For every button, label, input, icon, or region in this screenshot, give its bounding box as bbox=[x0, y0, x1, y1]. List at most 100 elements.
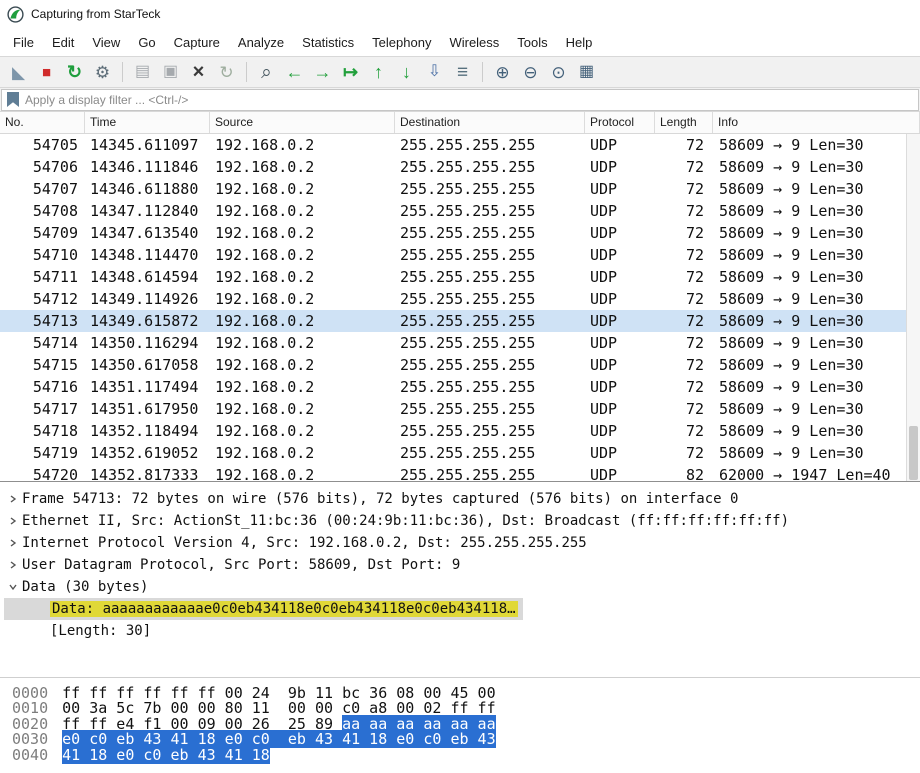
packet-row-54715[interactable]: 54715 14350.617058 192.168.0.2 255.255.255.… bbox=[0, 354, 920, 376]
expand-icon[interactable] bbox=[4, 494, 22, 504]
packet-row-54706[interactable]: 54706 14346.111846 192.168.0.2 255.255.255.… bbox=[0, 156, 920, 178]
menu-tools[interactable]: Tools bbox=[508, 30, 556, 55]
menu-view[interactable]: View bbox=[83, 30, 129, 55]
packet-row-54717[interactable]: 54717 14351.617950 192.168.0.2 255.255.255.… bbox=[0, 398, 920, 420]
detail-frame[interactable]: Frame 54713: 72 bytes on wire (576 bits)… bbox=[4, 488, 920, 510]
auto-scroll-icon[interactable]: ⇩ bbox=[421, 60, 448, 85]
scrollbar-thumb[interactable] bbox=[909, 426, 918, 480]
zoom-in-icon[interactable]: ⊕ bbox=[489, 60, 516, 85]
detail-data-length[interactable]: [Length: 30] bbox=[4, 620, 920, 642]
restart-capture-icon[interactable]: ↻ bbox=[61, 60, 88, 85]
menu-edit[interactable]: Edit bbox=[43, 30, 83, 55]
column-header-source[interactable]: Source bbox=[210, 112, 395, 133]
menu-help[interactable]: Help bbox=[557, 30, 602, 55]
expand-icon[interactable] bbox=[4, 538, 22, 548]
resize-columns-icon[interactable]: ▦ bbox=[573, 60, 600, 85]
column-header-info[interactable]: Info bbox=[713, 112, 920, 133]
reload-icon[interactable]: ↻ bbox=[213, 60, 240, 85]
cell-source: 192.168.0.2 bbox=[215, 422, 315, 440]
packet-row-54708[interactable]: 54708 14347.112840 192.168.0.2 255.255.255.… bbox=[0, 200, 920, 222]
colorize-icon[interactable]: ≡ bbox=[449, 60, 476, 85]
collapse-icon[interactable] bbox=[4, 582, 22, 592]
menu-telephony[interactable]: Telephony bbox=[363, 30, 440, 55]
column-header-time[interactable]: Time bbox=[85, 112, 210, 133]
menu-go[interactable]: Go bbox=[129, 30, 164, 55]
cell-length: 72 bbox=[685, 224, 704, 242]
cell-time: 14345.611097 bbox=[90, 136, 199, 154]
packet-bytes-pane: 0000 ff ff ff ff ff ff 00 24 9b 11 bc 36 … bbox=[0, 677, 920, 773]
menu-wireless[interactable]: Wireless bbox=[440, 30, 508, 55]
cell-length: 72 bbox=[685, 312, 704, 330]
detail-data-protocol[interactable]: Data (30 bytes) bbox=[4, 576, 920, 598]
find-packet-icon[interactable]: ⌕ bbox=[253, 60, 280, 85]
packet-row-54705[interactable]: 54705 14345.611097 192.168.0.2 255.255.255.… bbox=[0, 134, 920, 156]
detail-text: Data (30 bytes) bbox=[22, 579, 149, 595]
save-file-icon[interactable]: ▣ bbox=[157, 60, 184, 85]
packet-row-54707[interactable]: 54707 14346.611880 192.168.0.2 255.255.255.… bbox=[0, 178, 920, 200]
expand-icon[interactable] bbox=[4, 516, 22, 526]
menu-analyze[interactable]: Analyze bbox=[229, 30, 293, 55]
cell-info: 58609 → 9 Len=30 bbox=[719, 268, 864, 286]
cell-protocol: UDP bbox=[590, 312, 618, 330]
detail-ethernet[interactable]: Ethernet II, Src: ActionSt_11:bc:36 (00:… bbox=[4, 510, 920, 532]
cell-source: 192.168.0.2 bbox=[215, 400, 315, 418]
cell-source: 192.168.0.2 bbox=[215, 268, 315, 286]
cell-no: 54712 bbox=[32, 290, 78, 308]
go-to-top-icon[interactable]: ↑ bbox=[365, 60, 392, 85]
display-filter-field[interactable] bbox=[1, 88, 919, 111]
cell-time: 14350.116294 bbox=[90, 334, 199, 352]
cell-destination: 255.255.255.255 bbox=[400, 246, 536, 264]
cell-length: 72 bbox=[685, 422, 704, 440]
cell-time: 14347.613540 bbox=[90, 224, 199, 242]
detail-data-field[interactable]: Data: aaaaaaaaaaaae0c0eb434118e0c0eb4341… bbox=[4, 598, 523, 620]
start-capture-icon[interactable]: ◣ bbox=[5, 60, 32, 85]
column-header-length[interactable]: Length bbox=[655, 112, 713, 133]
detail-ip[interactable]: Internet Protocol Version 4, Src: 192.16… bbox=[4, 532, 920, 554]
cell-length: 72 bbox=[685, 202, 704, 220]
cell-protocol: UDP bbox=[590, 334, 618, 352]
packet-row-54714[interactable]: 54714 14350.116294 192.168.0.2 255.255.255.… bbox=[0, 332, 920, 354]
cell-no: 54711 bbox=[32, 268, 78, 286]
packet-row-54718[interactable]: 54718 14352.118494 192.168.0.2 255.255.255.… bbox=[0, 420, 920, 442]
bookmark-icon[interactable] bbox=[7, 92, 19, 107]
column-header-protocol[interactable]: Protocol bbox=[585, 112, 655, 133]
stop-capture-icon[interactable]: ■ bbox=[33, 60, 60, 85]
packet-row-54712[interactable]: 54712 14349.114926 192.168.0.2 255.255.255.… bbox=[0, 288, 920, 310]
detail-text: Internet Protocol Version 4, Src: 192.16… bbox=[22, 535, 587, 551]
vertical-scrollbar[interactable] bbox=[906, 134, 920, 481]
menu-capture[interactable]: Capture bbox=[165, 30, 229, 55]
packet-row-54720[interactable]: 54720 14352.817333 192.168.0.2 255.255.255.… bbox=[0, 464, 920, 481]
cell-length: 72 bbox=[685, 180, 704, 198]
detail-text: Ethernet II, Src: ActionSt_11:bc:36 (00:… bbox=[22, 513, 790, 529]
packet-row-54719[interactable]: 54719 14352.619052 192.168.0.2 255.255.255.… bbox=[0, 442, 920, 464]
expand-icon[interactable] bbox=[4, 560, 22, 570]
hex-line-0040[interactable]: 0040 41 18 e0 c0 eb 43 41 18 bbox=[12, 745, 920, 764]
column-header-destination[interactable]: Destination bbox=[395, 112, 585, 133]
cell-destination: 255.255.255.255 bbox=[400, 136, 536, 154]
open-file-icon[interactable]: ▤ bbox=[129, 60, 156, 85]
cell-info: 58609 → 9 Len=30 bbox=[719, 224, 864, 242]
cell-source: 192.168.0.2 bbox=[215, 180, 315, 198]
capture-options-icon[interactable]: ⚙ bbox=[89, 60, 116, 85]
zoom-original-icon[interactable]: ⊙ bbox=[545, 60, 572, 85]
column-header-no[interactable]: No. bbox=[0, 112, 85, 133]
packet-row-54710[interactable]: 54710 14348.114470 192.168.0.2 255.255.255.… bbox=[0, 244, 920, 266]
close-file-icon[interactable]: × bbox=[185, 60, 212, 85]
go-back-icon[interactable]: ← bbox=[281, 60, 308, 85]
go-to-bottom-icon[interactable]: ↓ bbox=[393, 60, 420, 85]
packet-row-54713[interactable]: 54713 14349.615872 192.168.0.2 255.255.255.… bbox=[0, 310, 920, 332]
go-forward-icon[interactable]: → bbox=[309, 60, 336, 85]
packet-row-54709[interactable]: 54709 14347.613540 192.168.0.2 255.255.255.… bbox=[0, 222, 920, 244]
packet-row-54711[interactable]: 54711 14348.614594 192.168.0.2 255.255.255.… bbox=[0, 266, 920, 288]
display-filter-input[interactable] bbox=[25, 92, 918, 107]
zoom-out-icon[interactable]: ⊖ bbox=[517, 60, 544, 85]
detail-udp[interactable]: User Datagram Protocol, Src Port: 58609,… bbox=[4, 554, 920, 576]
cell-protocol: UDP bbox=[590, 400, 618, 418]
cell-info: 58609 → 9 Len=30 bbox=[719, 422, 864, 440]
menu-file[interactable]: File bbox=[4, 30, 43, 55]
cell-no: 54709 bbox=[32, 224, 78, 242]
menu-statistics[interactable]: Statistics bbox=[293, 30, 363, 55]
go-to-packet-icon[interactable]: ↦ bbox=[337, 60, 364, 85]
cell-destination: 255.255.255.255 bbox=[400, 378, 536, 396]
packet-row-54716[interactable]: 54716 14351.117494 192.168.0.2 255.255.255.… bbox=[0, 376, 920, 398]
